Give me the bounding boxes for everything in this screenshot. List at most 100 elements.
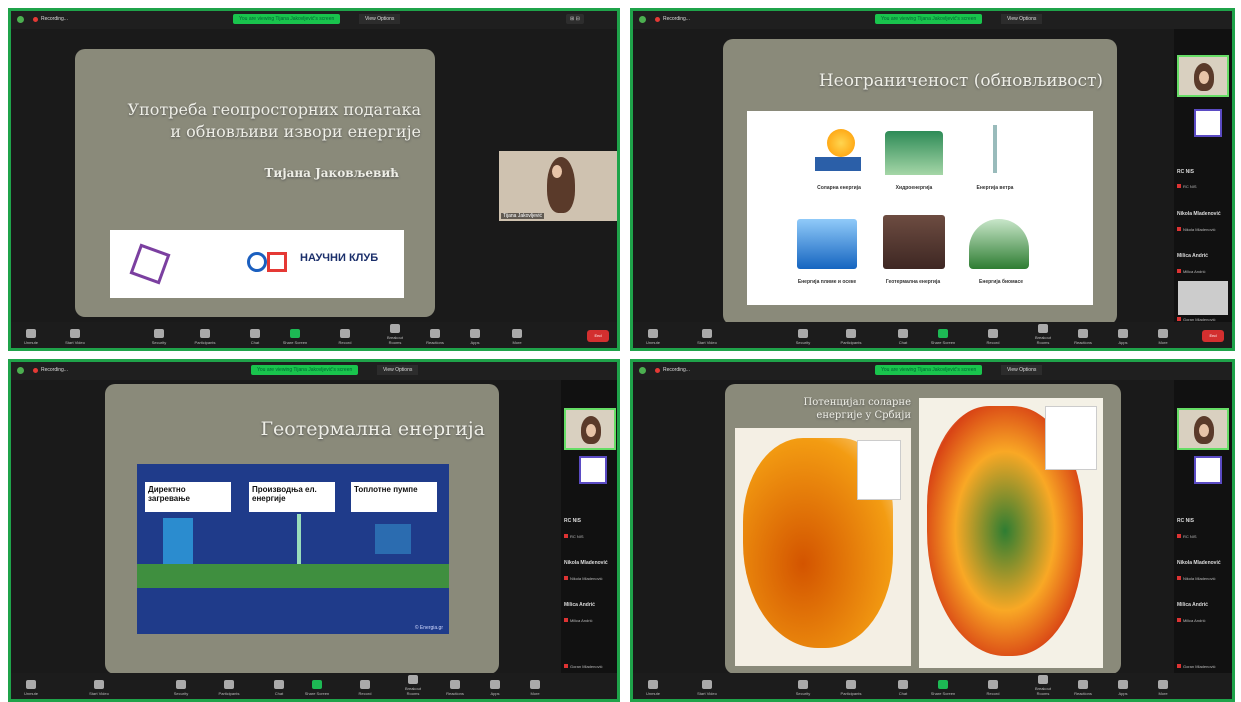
recording-indicator[interactable]: Recording... <box>653 365 690 376</box>
tidal-icon <box>797 219 857 269</box>
video-button[interactable]: Start Video <box>693 680 721 696</box>
apps-button[interactable]: Apps <box>1109 680 1137 696</box>
security-button[interactable]: Security <box>167 680 195 696</box>
view-options-button[interactable]: View Options <box>1001 14 1043 24</box>
share-screen-button[interactable]: Share Screen <box>929 329 957 345</box>
video-button[interactable]: Start Video <box>61 329 89 345</box>
card-heat-pumps: Топлотне пумпе <box>345 474 443 570</box>
participant-tag: Milica Andrić <box>1177 269 1205 274</box>
mute-button[interactable]: Unmute <box>639 680 667 696</box>
record-button[interactable]: Record <box>979 329 1007 345</box>
mute-button[interactable]: Unmute <box>17 329 45 345</box>
participants-button[interactable]: Participants <box>215 680 243 696</box>
recording-indicator[interactable]: Recording... <box>31 365 68 376</box>
share-screen-button[interactable]: Share Screen <box>929 680 957 696</box>
participants-button[interactable]: Participants <box>191 329 219 345</box>
apps-button[interactable]: Apps <box>481 680 509 696</box>
view-options-button[interactable]: View Options <box>359 14 401 24</box>
breakout-rooms-button[interactable]: Breakout Rooms <box>381 324 409 345</box>
participant-name: Nikola Mladenović <box>1177 211 1221 217</box>
zoom-control[interactable]: ⊞ ⊟ <box>566 14 584 24</box>
meeting-toolbar: Unmute Start Video Security Participants… <box>633 322 1232 348</box>
shared-thumb-icon <box>1194 456 1222 484</box>
meeting-topbar: Recording... You are viewing Tijana Jako… <box>11 362 617 380</box>
more-button[interactable]: More <box>1149 680 1177 696</box>
slide-title-line1: Употреба геопросторних података <box>127 100 421 119</box>
presentation-slide: Потенцијал соларне енергије у Србији <box>725 384 1121 674</box>
apps-button[interactable]: Apps <box>461 329 489 345</box>
building-icon <box>163 518 193 566</box>
presenter-video[interactable]: Tijana Jakovljević <box>499 151 617 221</box>
end-button[interactable]: End <box>587 330 609 342</box>
record-button[interactable]: Record <box>351 680 379 696</box>
presentation-slide: Употреба геопросторних података и обновљ… <box>75 49 435 317</box>
reactions-button[interactable]: Reactions <box>421 329 449 345</box>
wind-turbine-icon <box>993 125 997 173</box>
image-credit: © Energia.gr <box>414 625 443 631</box>
security-button[interactable]: Security <box>789 680 817 696</box>
reactions-button[interactable]: Reactions <box>1069 680 1097 696</box>
slide-title-line2: и обновљиви извори енергије <box>170 122 421 141</box>
participants-button[interactable]: Participants <box>837 680 865 696</box>
more-button[interactable]: More <box>521 680 549 696</box>
shared-thumb-icon <box>1194 109 1222 137</box>
view-options-button[interactable]: View Options <box>377 365 419 375</box>
chat-button[interactable]: Chat <box>265 680 293 696</box>
reactions-button[interactable]: Reactions <box>441 680 469 696</box>
participant-video[interactable] <box>1177 55 1229 97</box>
status-dot-icon <box>17 16 24 23</box>
video-button[interactable]: Start Video <box>85 680 113 696</box>
geothermal-diagram: Директно загревање Производња ел. енерги… <box>137 464 449 634</box>
participant-tag: RC NIS <box>564 534 584 539</box>
apps-button[interactable]: Apps <box>1109 329 1137 345</box>
mute-button[interactable]: Unmute <box>639 329 667 345</box>
slide-title-line2: енергије у Србији <box>816 410 911 421</box>
viewing-banner: You are viewing Tijana Jakovljević's scr… <box>251 365 359 375</box>
participant-video[interactable] <box>564 408 616 450</box>
viewing-banner: You are viewing Tijana Jakovljević's scr… <box>233 14 341 24</box>
participant-tag: Nikola Mladenović <box>1177 227 1215 232</box>
card-power-production: Производња ел. енергије <box>243 474 341 570</box>
icon-label-biomass: Енергија биомасе <box>978 279 1024 285</box>
participant-tag: Milica Andrić <box>564 618 592 623</box>
more-button[interactable]: More <box>1149 329 1177 345</box>
recording-indicator[interactable]: Recording... <box>653 14 690 25</box>
avatar <box>547 157 575 213</box>
avatar <box>581 416 601 444</box>
solar-potential-map[interactable] <box>735 428 911 666</box>
recording-indicator[interactable]: Recording... <box>31 14 68 25</box>
record-button[interactable]: Record <box>979 680 1007 696</box>
mute-button[interactable]: Unmute <box>17 680 45 696</box>
video-button[interactable]: Start Video <box>693 329 721 345</box>
participants-strip: RC NIS RC NIS Nikola Mladenović Nikola M… <box>1174 380 1232 673</box>
participant-tag: RC NIS <box>1177 534 1197 539</box>
grass-strip <box>137 564 449 588</box>
participant-video[interactable] <box>1178 281 1228 315</box>
icon-label-tidal: Енергија плиме и осеке <box>797 279 857 285</box>
chat-button[interactable]: Chat <box>241 329 269 345</box>
security-button[interactable]: Security <box>145 329 173 345</box>
land-cover-map[interactable] <box>919 398 1103 668</box>
chat-button[interactable]: Chat <box>889 329 917 345</box>
slide-title-line1: Потенцијал соларне <box>803 397 911 408</box>
breakout-rooms-button[interactable]: Breakout Rooms <box>399 675 427 696</box>
sun-icon <box>827 129 855 157</box>
end-button[interactable]: End <box>1202 330 1224 342</box>
view-options-button[interactable]: View Options <box>1001 365 1043 375</box>
chat-button[interactable]: Chat <box>889 680 917 696</box>
reactions-button[interactable]: Reactions <box>1069 329 1097 345</box>
logos-box: НАУЧНИ КЛУБ <box>110 230 404 298</box>
participants-strip: RC NIS RC NIS Nikola Mladenović Nikola M… <box>1174 29 1232 322</box>
participant-name: RC NIS <box>564 518 581 524</box>
status-dot-icon <box>639 16 646 23</box>
participants-button[interactable]: Participants <box>837 329 865 345</box>
share-screen-button[interactable]: Share Screen <box>281 329 309 345</box>
more-button[interactable]: More <box>503 329 531 345</box>
security-button[interactable]: Security <box>789 329 817 345</box>
breakout-rooms-button[interactable]: Breakout Rooms <box>1029 324 1057 345</box>
record-button[interactable]: Record <box>331 329 359 345</box>
breakout-rooms-button[interactable]: Breakout Rooms <box>1029 675 1057 696</box>
share-screen-button[interactable]: Share Screen <box>303 680 331 696</box>
status-dot-icon <box>639 367 646 374</box>
participant-video[interactable] <box>1177 408 1229 450</box>
